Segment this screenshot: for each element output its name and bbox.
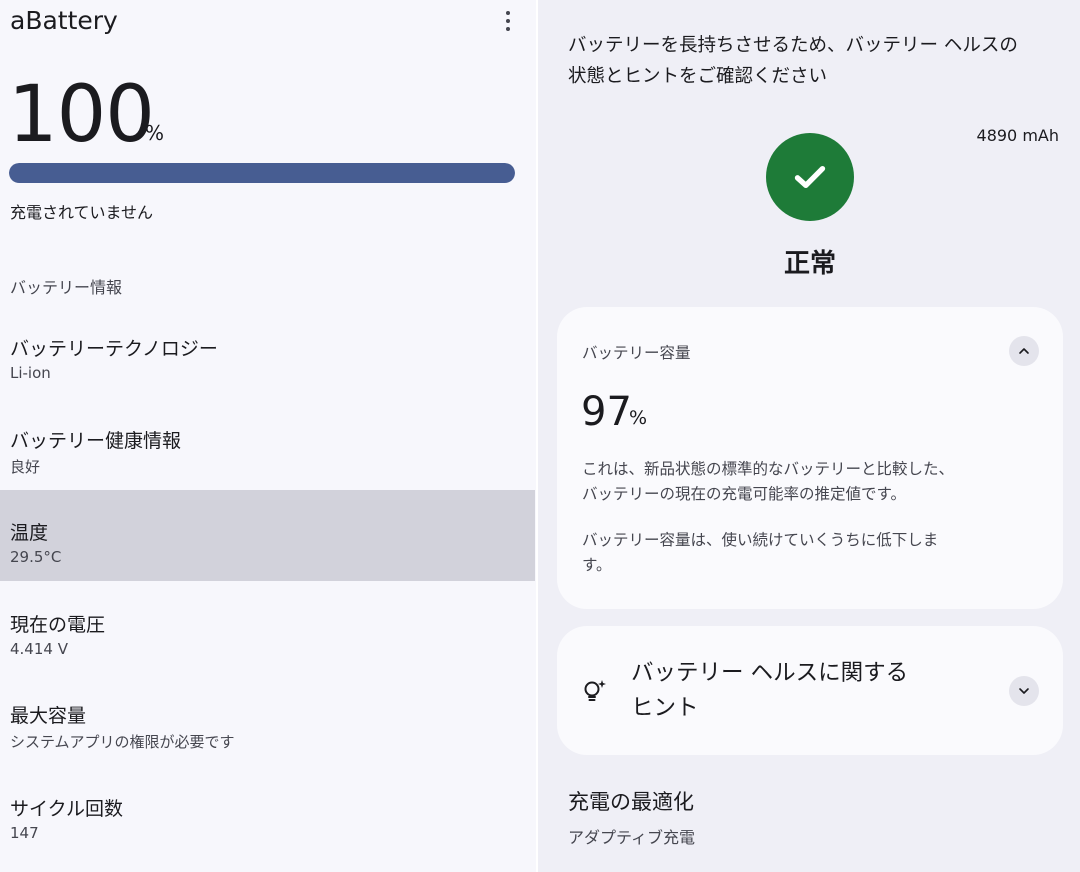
section-header-battery-info: バッテリー情報 xyxy=(10,278,123,297)
info-title: 温度 xyxy=(10,522,49,544)
health-intro-text: バッテリーを長持ちさせるため、バッテリー ヘルスの 状態とヒントをご確認ください xyxy=(568,30,1068,92)
health-status-label: 正常 xyxy=(783,249,836,279)
expand-button[interactable] xyxy=(1009,676,1039,706)
info-title: 現在の電圧 xyxy=(10,614,106,636)
info-row-technology[interactable]: バッテリーテクノロジー Li-ion xyxy=(0,306,535,397)
info-row-voltage[interactable]: 現在の電圧 4.414 V xyxy=(0,582,535,673)
app-title: aBattery xyxy=(10,6,118,35)
charging-optimization-title[interactable]: 充電の最適化 xyxy=(568,786,694,816)
info-row-temperature[interactable]: 温度 29.5°C xyxy=(0,490,535,581)
more-vert-icon xyxy=(506,11,510,15)
lightbulb-sparkle-icon xyxy=(584,680,606,701)
info-value: 4.414 V xyxy=(10,640,68,658)
battery-capacity-card: バッテリー容量 97 % これは、新品状態の標準的なバッテリーと比較した、 バッ… xyxy=(557,307,1063,609)
battery-percent-sign: % xyxy=(145,121,165,145)
battery-capacity-mah: 4890 mAh xyxy=(976,126,1059,145)
info-value: 29.5°C xyxy=(10,548,62,566)
battery-level-fill xyxy=(9,163,515,183)
intro-line: 状態とヒントをご確認ください xyxy=(568,66,828,87)
collapse-button[interactable] xyxy=(1009,336,1039,366)
desc-line: す。 xyxy=(582,556,612,574)
info-title: 最大容量 xyxy=(10,705,87,727)
info-title: サイクル回数 xyxy=(10,798,124,820)
chevron-up-icon xyxy=(1019,348,1029,354)
health-status-badge xyxy=(766,133,854,221)
desc-line: バッテリー容量は、使い続けていくうちに低下しま xyxy=(582,531,939,549)
capacity-note: バッテリー容量は、使い続けていくうちに低下しま す。 xyxy=(582,528,1002,578)
info-value: 良好 xyxy=(10,458,41,476)
info-row-health[interactable]: バッテリー健康情報 良好 xyxy=(0,398,535,489)
info-row-max-capacity[interactable]: 最大容量 システムアプリの権限が必要です xyxy=(0,673,535,764)
tips-title-line: バッテリー ヘルスに関する xyxy=(631,660,909,686)
desc-line: これは、新品状態の標準的なバッテリーと比較した、 xyxy=(582,460,955,478)
info-title: バッテリー健康情報 xyxy=(10,430,182,452)
info-row-cycle-count[interactable]: サイクル回数 147 xyxy=(0,766,535,857)
info-value: 147 xyxy=(10,824,39,842)
info-value: Li-ion xyxy=(10,364,51,382)
capacity-description: これは、新品状態の標準的なバッテリーと比較した、 バッテリーの現在の充電可能率の… xyxy=(582,457,1002,507)
battery-level-bar xyxy=(9,163,515,183)
check-icon xyxy=(794,166,826,188)
desc-line: バッテリーの現在の充電可能率の推定値です。 xyxy=(582,485,906,503)
info-value: システムアプリの権限が必要です xyxy=(10,733,235,751)
charging-optimization-subtitle: アダプティブ充電 xyxy=(568,828,696,847)
tips-title-line: ヒント xyxy=(631,695,699,721)
intro-line: バッテリーを長持ちさせるため、バッテリー ヘルスの xyxy=(568,35,1018,56)
battery-tips-card[interactable]: バッテリー ヘルスに関する ヒント xyxy=(557,626,1063,755)
card-title: バッテリー容量 xyxy=(582,344,691,362)
capacity-value: 97 xyxy=(581,389,632,435)
more-vert-icon-dot xyxy=(506,19,510,23)
battery-percent-value: 100 xyxy=(8,70,155,160)
tips-title: バッテリー ヘルスに関する ヒント xyxy=(631,656,961,726)
overflow-menu-button[interactable] xyxy=(494,6,522,36)
capacity-unit: % xyxy=(629,407,648,429)
charging-status: 充電されていません xyxy=(10,203,154,222)
more-vert-icon-dot xyxy=(506,27,510,31)
chevron-down-icon xyxy=(1019,688,1029,694)
info-title: バッテリーテクノロジー xyxy=(10,338,218,360)
